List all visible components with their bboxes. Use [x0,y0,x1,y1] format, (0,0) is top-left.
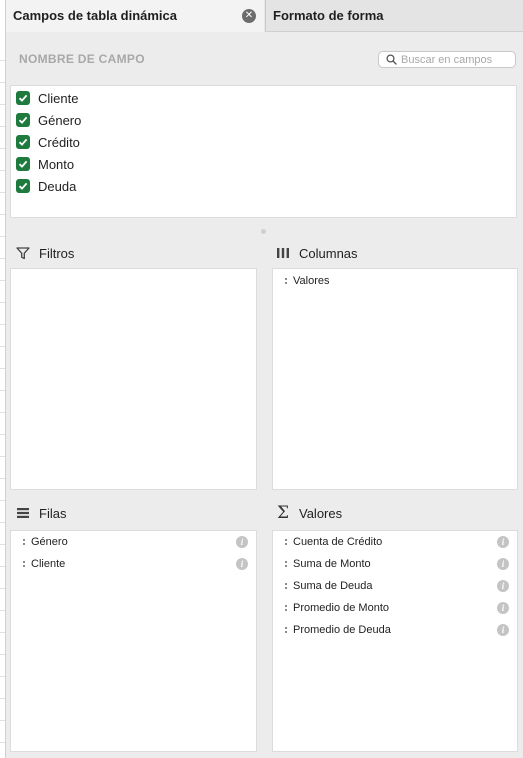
columns-icon [275,245,291,261]
field-label: Crédito [38,134,80,150]
filters-label: Filtros [39,245,75,261]
item-label: Valores [293,275,330,287]
values-title: Σ Valores [275,503,343,523]
field-label: Cliente [38,90,79,106]
drag-handle-icon[interactable] [285,583,287,589]
values-item-cuenta-credito[interactable]: Cuenta de Crédito i [273,532,517,552]
filters-drop-area[interactable] [10,268,257,490]
drag-handle-icon[interactable] [285,561,287,567]
values-item-suma-deuda[interactable]: Suma de Deuda i [273,576,517,596]
checkbox-checked[interactable] [16,157,30,171]
checkbox-checked[interactable] [16,179,30,193]
checkbox-checked[interactable] [16,135,30,149]
columns-label: Columnas [299,245,358,261]
search-icon [386,54,397,65]
info-icon[interactable]: i [236,536,248,548]
field-item-cliente[interactable]: Cliente [16,88,78,108]
pivot-fields-panel: NOMBRE DE CAMPO Cliente Género Crédito [6,32,523,758]
field-list: Cliente Género Crédito Monto Deuda [10,85,517,218]
tab-pivot-fields-label: Campos de tabla dinámica [13,8,177,23]
columns-item-valores[interactable]: Valores [273,271,517,291]
tab-shape-format[interactable]: Formato de forma [265,0,523,32]
info-icon[interactable]: i [497,558,509,570]
field-item-monto[interactable]: Monto [16,154,74,174]
drag-handle-icon[interactable] [23,539,25,545]
item-label: Promedio de Monto [293,602,389,614]
drag-handle-icon[interactable] [285,278,287,284]
info-icon[interactable]: i [236,558,248,570]
drag-handle-icon[interactable] [285,539,287,545]
checkbox-checked[interactable] [16,113,30,127]
columns-title: Columnas [275,245,358,261]
rows-item-genero[interactable]: Género i [11,532,256,552]
item-label: Género [31,536,68,548]
values-label: Valores [299,505,343,521]
drag-handle-icon[interactable] [23,561,25,567]
item-label: Promedio de Deuda [293,624,391,636]
item-label: Suma de Deuda [293,580,373,592]
columns-drop-area[interactable]: Valores [272,268,518,490]
drag-handle-icon[interactable] [285,605,287,611]
sigma-icon: Σ [276,503,290,523]
item-label: Suma de Monto [293,558,371,570]
tab-shape-format-label: Formato de forma [273,8,384,23]
field-name-header: NOMBRE DE CAMPO [19,52,145,66]
pane-tabs: Campos de tabla dinámica ✕ Formato de fo… [6,0,523,32]
rows-icon [15,505,31,521]
item-label: Cliente [31,558,66,570]
search-field[interactable] [378,51,516,68]
info-icon[interactable]: i [497,580,509,592]
close-icon[interactable]: ✕ [242,9,256,23]
filters-title: Filtros [15,245,74,261]
field-label: Monto [38,156,75,172]
drag-handle-icon[interactable] [285,627,287,633]
filter-icon [15,245,31,261]
tab-pivot-fields[interactable]: Campos de tabla dinámica ✕ [6,0,264,32]
field-label: Género [38,112,82,128]
search-input[interactable] [401,53,511,66]
rows-drop-area[interactable]: Género i Cliente i [10,530,257,752]
rows-label: Filas [39,505,67,521]
checkbox-checked[interactable] [16,91,30,105]
values-item-promedio-deuda[interactable]: Promedio de Deuda i [273,620,517,640]
values-item-promedio-monto[interactable]: Promedio de Monto i [273,598,517,618]
field-label: Deuda [38,178,77,194]
info-icon[interactable]: i [497,602,509,614]
rows-title: Filas [15,505,66,521]
field-item-genero[interactable]: Género [16,110,81,130]
info-icon[interactable]: i [497,624,509,636]
field-item-deuda[interactable]: Deuda [16,176,76,196]
values-item-suma-monto[interactable]: Suma de Monto i [273,554,517,574]
field-item-credito[interactable]: Crédito [16,132,80,152]
values-drop-area[interactable]: Cuenta de Crédito i Suma de Monto i Suma… [272,530,518,752]
rows-item-cliente[interactable]: Cliente i [11,554,256,574]
splitter-handle[interactable] [261,229,266,234]
item-label: Cuenta de Crédito [293,536,383,548]
info-icon[interactable]: i [497,536,509,548]
